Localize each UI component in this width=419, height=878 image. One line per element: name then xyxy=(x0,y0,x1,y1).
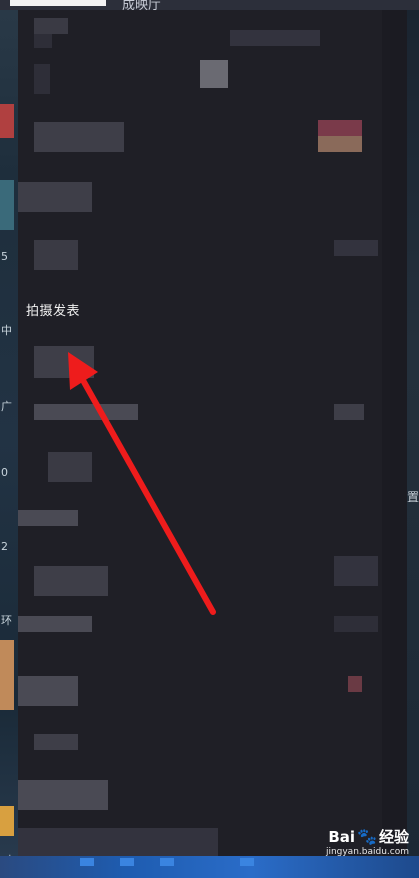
desktop-background-left: 5 中 广 0 2 环 对 xyxy=(0,0,18,878)
side-mark: 中 xyxy=(1,324,12,337)
blurred-menu-item[interactable] xyxy=(18,510,78,526)
blurred-menu-item[interactable] xyxy=(18,780,108,810)
taskbar-item[interactable] xyxy=(120,858,134,866)
popup-menu-panel xyxy=(18,10,382,856)
desktop-tile xyxy=(0,104,14,138)
blurred-menu-item[interactable] xyxy=(334,404,364,420)
blurred-menu-item[interactable] xyxy=(200,60,228,88)
blurred-menu-item[interactable] xyxy=(334,240,378,256)
blurred-menu-item[interactable] xyxy=(334,556,378,586)
blurred-menu-item[interactable] xyxy=(34,34,52,48)
blurred-menu-item[interactable] xyxy=(34,404,138,420)
blurred-menu-item[interactable] xyxy=(34,18,68,34)
blurred-menu-item[interactable] xyxy=(34,566,108,596)
desktop-tile xyxy=(0,806,14,836)
watermark: Bai 🐾 经验 jingyan.baidu.com xyxy=(326,826,409,857)
blurred-icon xyxy=(318,136,362,152)
side-mark: 环 xyxy=(1,614,12,627)
blurred-menu-item[interactable] xyxy=(34,122,124,152)
desktop-tile xyxy=(0,640,14,710)
top-bar: 成映厅 xyxy=(0,0,419,13)
taskbar-item[interactable] xyxy=(240,858,254,866)
blurred-menu-item[interactable] xyxy=(34,734,78,750)
blurred-menu-item[interactable] xyxy=(230,30,320,46)
taskbar-item[interactable] xyxy=(160,858,174,866)
top-bar-field xyxy=(10,0,106,6)
watermark-suffix: 经验 xyxy=(378,828,409,846)
desktop-background-right: 置 xyxy=(407,0,419,878)
blurred-menu-item[interactable] xyxy=(34,346,94,378)
blurred-menu-item[interactable] xyxy=(334,616,378,632)
taskbar xyxy=(0,856,419,878)
blurred-menu-item[interactable] xyxy=(18,828,218,856)
side-mark: 置 xyxy=(406,490,419,504)
side-mark: 5 xyxy=(1,250,8,263)
watermark-brand: Bai xyxy=(328,827,356,846)
blurred-menu-item[interactable] xyxy=(18,616,92,632)
watermark-url: jingyan.baidu.com xyxy=(325,847,409,857)
blurred-menu-item[interactable] xyxy=(48,452,92,482)
paw-icon: 🐾 xyxy=(357,827,377,846)
blurred-menu-item[interactable] xyxy=(18,676,78,706)
desktop-tile xyxy=(0,180,14,230)
blurred-icon xyxy=(318,120,362,136)
blurred-menu-item[interactable] xyxy=(18,182,92,212)
blurred-menu-item[interactable] xyxy=(34,64,50,94)
side-mark: 广 xyxy=(1,400,12,413)
taskbar-item[interactable] xyxy=(80,858,94,866)
side-mark: 0 xyxy=(1,466,8,479)
blurred-icon xyxy=(348,676,362,692)
blurred-menu-item[interactable] xyxy=(34,240,78,270)
menu-item-shoot-publish[interactable]: 拍摄发表 xyxy=(26,300,80,319)
side-mark: 2 xyxy=(1,540,8,553)
